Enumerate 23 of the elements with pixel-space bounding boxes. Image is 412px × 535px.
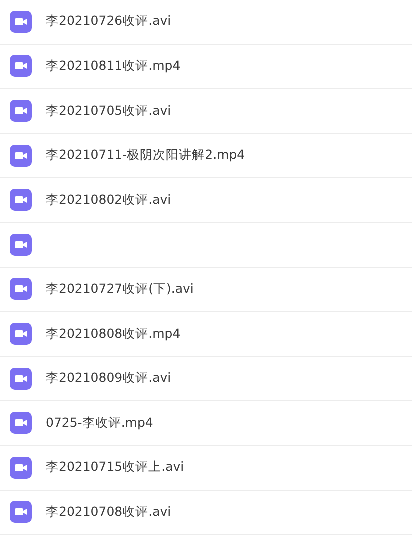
file-name[interactable]: 李20210711-极阴次阳讲解2.mp4 xyxy=(46,146,246,165)
file-name[interactable]: 李20210809收评.avi xyxy=(46,369,172,388)
file-name[interactable]: 李20210727收评(下).avi xyxy=(46,280,194,299)
file-name[interactable]: 李20210708收评.avi xyxy=(46,502,172,522)
video-file-icon xyxy=(10,189,32,212)
video-file-icon xyxy=(10,456,32,479)
video-file-icon xyxy=(10,100,32,122)
video-file-icon xyxy=(10,501,32,524)
file-name[interactable]: 李20210715收评上.avi xyxy=(46,458,184,478)
file-name[interactable]: 李20210726收评.avi xyxy=(46,12,172,32)
video-file-icon xyxy=(10,412,32,434)
file-name[interactable]: 李20210802收评.avi xyxy=(46,190,172,210)
video-file-icon xyxy=(10,278,32,300)
video-file-icon xyxy=(10,144,32,167)
file-name[interactable]: 李20210811收评.mp4 xyxy=(46,57,181,76)
file-name[interactable]: 李20210808收评.mp4 xyxy=(46,324,181,344)
video-file-icon xyxy=(10,55,32,78)
video-file-icon xyxy=(10,10,32,33)
video-file-icon xyxy=(10,368,32,390)
file-name[interactable]: 李20210705收评.avi xyxy=(46,102,172,120)
video-file-icon xyxy=(10,234,32,256)
video-file-icon xyxy=(10,322,32,345)
file-name[interactable]: 0725-李收评.mp4 xyxy=(46,414,154,433)
